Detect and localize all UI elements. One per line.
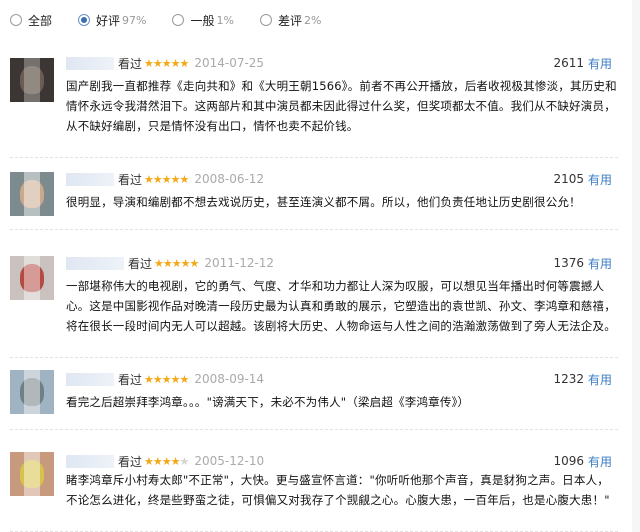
rating-filter-bar: 全部 好评 97% 一般 1% 差评 2% bbox=[10, 10, 347, 30]
rating-stars: ★★★★★ bbox=[144, 56, 189, 70]
review-text: 睹李鸿章斥小村寿太郎"不正常"，大快。更与盛宣怀言道："你听听他那个声音，真是豺… bbox=[66, 473, 610, 507]
username[interactable] bbox=[66, 256, 124, 270]
rating-stars: ★★★★★ bbox=[154, 256, 199, 270]
rating-stars: ★★★★★ bbox=[144, 372, 189, 386]
vote-box: 2611 有用 bbox=[553, 54, 612, 72]
avatar[interactable] bbox=[10, 256, 54, 300]
filter-negative-label: 差评 bbox=[277, 13, 302, 28]
useful-button[interactable]: 有用 bbox=[588, 255, 612, 272]
filter-all-label: 全部 bbox=[28, 13, 53, 28]
vote-count: 1232 bbox=[553, 372, 584, 386]
seen-label: 看过 bbox=[128, 256, 153, 271]
avatar[interactable] bbox=[10, 172, 54, 216]
review-item: 看过 ★★★★★ 2008-06-12 2105 有用 很明显，导演和编剧都不想… bbox=[0, 170, 640, 230]
rating-stars: ★★★★★ bbox=[144, 454, 189, 468]
review-header: 看过 ★★★★★ 2008-06-12 bbox=[66, 170, 618, 188]
useful-button[interactable]: 有用 bbox=[588, 55, 612, 72]
review-item: 看过 ★★★★★ 2008-09-14 1232 有用 看完之后超崇拜李鸿章。。… bbox=[0, 370, 640, 430]
seen-label: 看过 bbox=[118, 56, 143, 71]
username[interactable] bbox=[66, 172, 114, 186]
filter-all[interactable]: 全部 bbox=[10, 12, 52, 29]
filter-negative-pct: 2% bbox=[303, 13, 322, 27]
review-text: 一部堪称伟大的电视剧，它的勇气、气度、才华和功力都让人深为叹服，可以想见当年播出… bbox=[66, 279, 616, 333]
filled-stars: ★★★★ bbox=[144, 454, 180, 468]
scrollbar[interactable] bbox=[632, 0, 640, 532]
review-item: 看过 ★★★★★ 2014-07-25 2611 有用 国产剧我一直都推荐《走向… bbox=[0, 54, 640, 158]
vote-box: 1096 有用 bbox=[553, 452, 612, 470]
filter-neutral-label: 一般 bbox=[190, 13, 215, 28]
radio-positive[interactable] bbox=[78, 14, 91, 26]
review-header: 看过 ★★★★★ 2014-07-25 bbox=[66, 54, 618, 72]
username[interactable] bbox=[66, 372, 114, 386]
radio-all[interactable] bbox=[10, 14, 22, 26]
useful-button[interactable]: 有用 bbox=[588, 453, 612, 470]
filter-neutral-pct: 1% bbox=[216, 13, 234, 27]
filter-negative[interactable]: 差评 2% bbox=[259, 12, 322, 29]
review-header: 看过 ★★★★★ 2008-09-14 bbox=[66, 370, 618, 388]
review-date: 2011-12-12 bbox=[204, 256, 275, 270]
vote-box: 1232 有用 bbox=[553, 370, 612, 388]
review-text: 国产剧我一直都推荐《走向共和》和《大明王朝1566》。前者不再公开播放，后者收视… bbox=[66, 79, 617, 133]
filter-positive[interactable]: 好评 97% bbox=[78, 12, 146, 29]
vote-box: 1376 有用 bbox=[553, 254, 612, 272]
review-date: 2008-09-14 bbox=[194, 372, 265, 386]
review-item: 看过 ★★★★★ 2011-12-12 1376 有用 一部堪称伟大的电视剧，它… bbox=[0, 254, 640, 358]
useful-button[interactable]: 有用 bbox=[588, 371, 612, 388]
radio-neutral[interactable] bbox=[172, 14, 185, 26]
seen-label: 看过 bbox=[118, 454, 143, 469]
filter-neutral[interactable]: 一般 1% bbox=[172, 12, 234, 29]
radio-negative[interactable] bbox=[259, 14, 272, 26]
username[interactable] bbox=[66, 56, 114, 70]
avatar[interactable] bbox=[10, 452, 54, 496]
filter-positive-pct: 97% bbox=[122, 13, 147, 27]
vote-count: 1096 bbox=[553, 454, 584, 468]
rating-stars: ★★★★★ bbox=[144, 172, 189, 186]
review-header: 看过 ★★★★★ 2011-12-12 bbox=[66, 254, 618, 272]
filter-positive-label: 好评 bbox=[96, 13, 121, 28]
seen-label: 看过 bbox=[118, 372, 143, 387]
review-date: 2005-12-10 bbox=[194, 454, 265, 468]
review-text: 看完之后超崇拜李鸿章。。。"谤满天下，未必不为伟人"（梁启超《李鸿章传》） bbox=[66, 395, 470, 409]
vote-box: 2105 有用 bbox=[553, 170, 612, 188]
seen-label: 看过 bbox=[118, 172, 143, 187]
username[interactable] bbox=[66, 454, 114, 468]
useful-button[interactable]: 有用 bbox=[588, 171, 612, 188]
review-text: 很明显，导演和编剧都不想去戏说历史，甚至连演义都不屑。所以，他们负责任地让历史剧… bbox=[66, 195, 581, 209]
review-header: 看过 ★★★★★ 2005-12-10 bbox=[66, 452, 618, 470]
vote-count: 2105 bbox=[553, 172, 584, 186]
review-item: 看过 ★★★★★ 2005-12-10 1096 有用 睹李鸿章斥小村寿太郎"不… bbox=[0, 452, 640, 532]
vote-count: 2611 bbox=[553, 56, 584, 70]
review-date: 2014-07-25 bbox=[194, 56, 265, 70]
empty-star: ★ bbox=[179, 454, 189, 468]
review-date: 2008-06-12 bbox=[194, 172, 265, 186]
vote-count: 1376 bbox=[553, 256, 584, 270]
avatar[interactable] bbox=[10, 58, 54, 102]
avatar[interactable] bbox=[10, 370, 54, 414]
